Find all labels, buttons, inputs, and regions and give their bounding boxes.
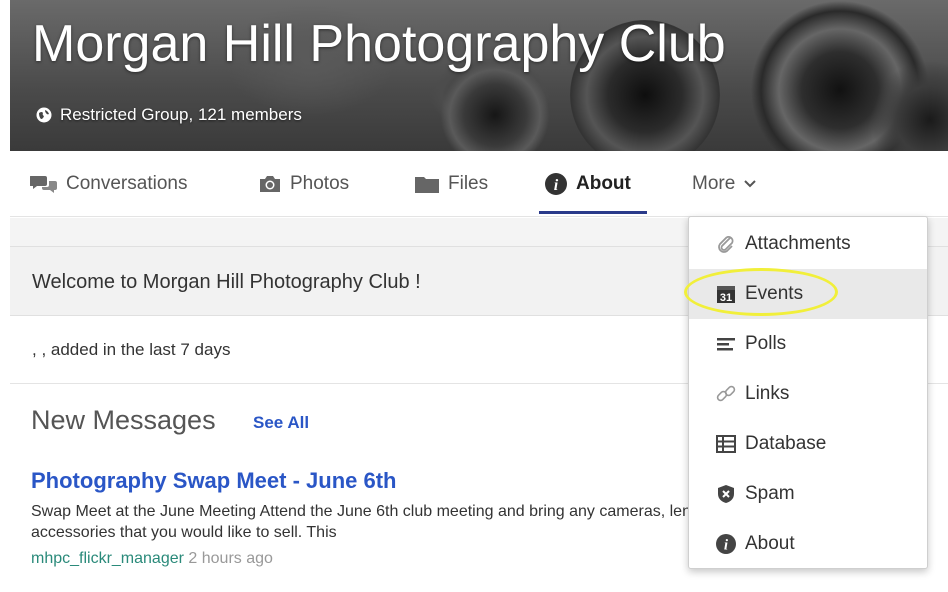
see-all-link[interactable]: See All <box>253 413 309 433</box>
menu-item-label: Links <box>745 383 790 404</box>
svg-text:i: i <box>554 177 559 194</box>
menu-item-label: Database <box>745 433 827 454</box>
tab-label: About <box>576 173 631 194</box>
group-title: Morgan Hill Photography Club <box>32 15 726 73</box>
tab-about[interactable]: i About <box>544 151 631 217</box>
welcome-text: Welcome to Morgan Hill Photography Club … <box>32 271 421 293</box>
message-title-link[interactable]: Photography Swap Meet - June 6th <box>31 468 396 494</box>
info-icon: i <box>716 534 736 554</box>
menu-item-about[interactable]: i About <box>689 519 927 569</box>
group-privacy: Restricted Group, 121 members <box>36 103 302 127</box>
tab-files[interactable]: Files <box>414 151 488 217</box>
folder-icon <box>415 177 439 193</box>
tab-more[interactable]: More <box>692 151 757 217</box>
conversations-icon <box>30 176 57 193</box>
tab-label: More <box>692 173 736 194</box>
menu-item-label: Polls <box>745 333 787 354</box>
menu-item-spam[interactable]: Spam <box>689 469 927 519</box>
active-tab-indicator <box>539 211 647 214</box>
menu-item-polls[interactable]: Polls <box>689 319 927 369</box>
message-meta: mhpc_flickr_manager 2 hours ago <box>31 550 273 568</box>
added-summary: , , added in the last 7 days <box>32 340 231 359</box>
group-tab-bar: Conversations Photos Files i About More <box>10 151 948 217</box>
menu-item-label: Attachments <box>745 233 851 254</box>
camera-icon <box>260 176 280 192</box>
message-time: 2 hours ago <box>188 550 273 567</box>
tab-label: Conversations <box>66 173 188 194</box>
more-menu: Attachments 31 Events Polls Links Databa… <box>688 216 928 569</box>
message-snippet-continued: accessories that you would like to sell.… <box>31 524 337 541</box>
menu-item-label: About <box>745 533 795 554</box>
paperclip-icon <box>718 236 734 253</box>
message-author-link[interactable]: mhpc_flickr_manager <box>31 550 184 567</box>
group-banner: Morgan Hill Photography Club Restricted … <box>10 0 948 151</box>
spam-shield-icon <box>718 485 734 503</box>
menu-item-attachments[interactable]: Attachments <box>689 219 927 269</box>
tab-conversations[interactable]: Conversations <box>30 151 187 217</box>
menu-item-links[interactable]: Links <box>689 369 927 419</box>
globe-icon <box>36 107 52 123</box>
poll-icon <box>717 338 735 351</box>
group-subtitle: Restricted Group, 121 members <box>60 105 302 124</box>
tab-photos[interactable]: Photos <box>258 151 349 217</box>
tab-label: Files <box>448 173 489 194</box>
tab-label: Photos <box>290 173 350 194</box>
menu-item-label: Spam <box>745 483 795 504</box>
menu-item-database[interactable]: Database <box>689 419 927 469</box>
chevron-down-icon <box>744 180 757 188</box>
new-messages-heading: New Messages <box>31 405 216 435</box>
link-icon <box>716 385 736 402</box>
database-icon <box>716 435 736 453</box>
highlight-annotation <box>684 268 838 316</box>
info-icon: i <box>545 173 567 195</box>
